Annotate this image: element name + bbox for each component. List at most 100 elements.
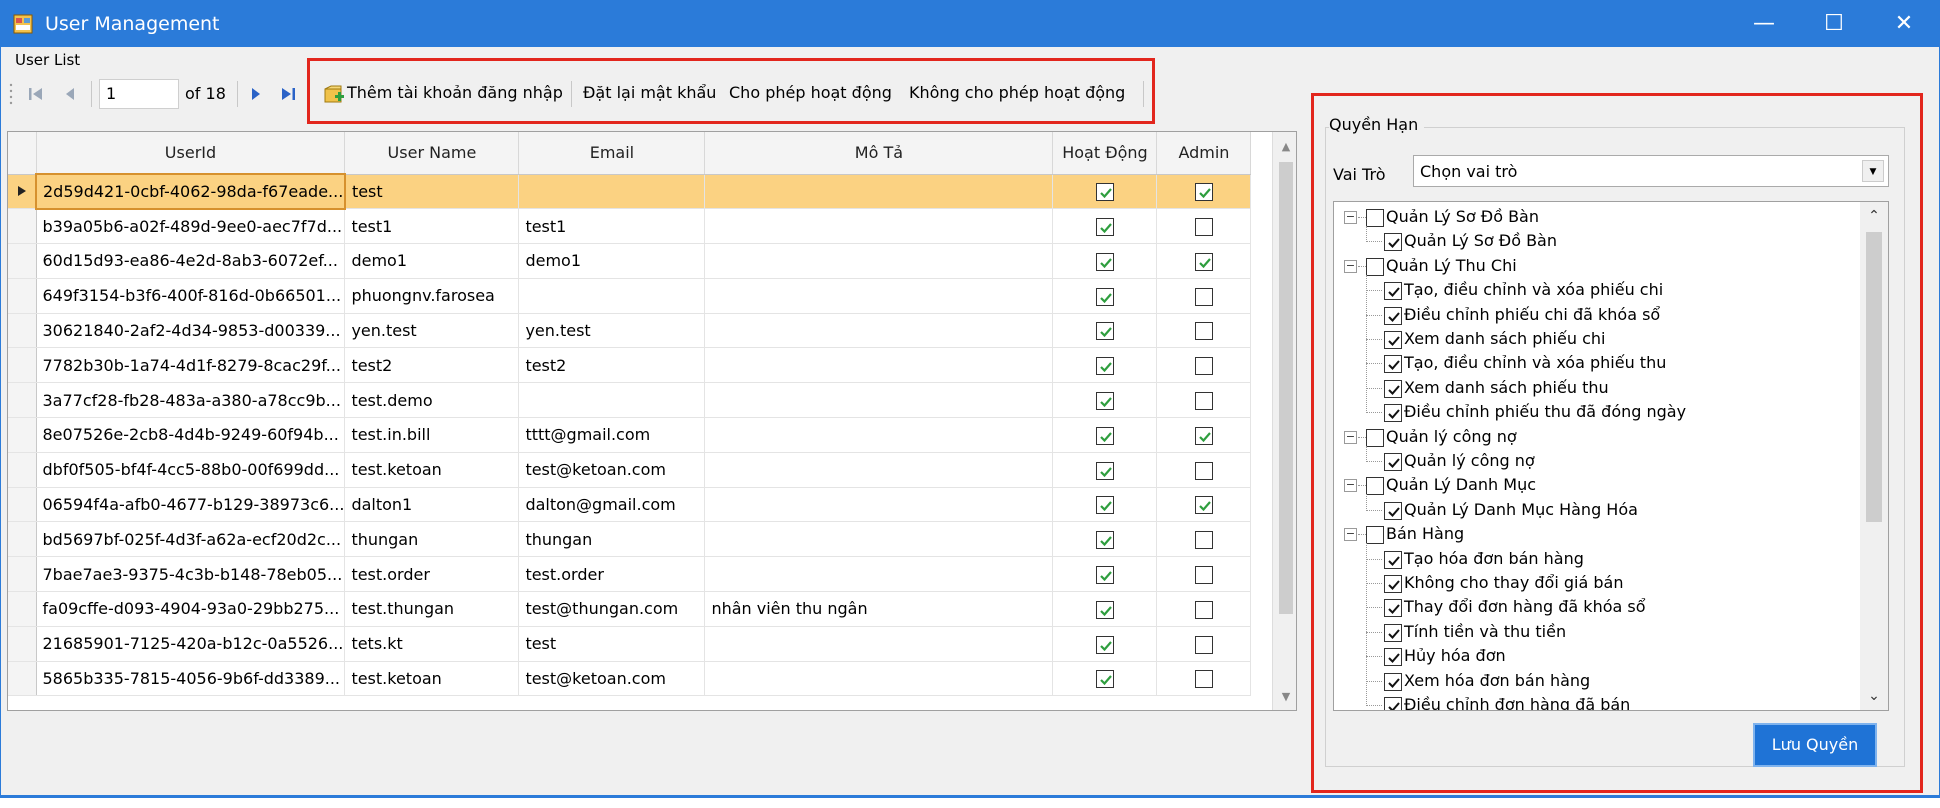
row-header[interactable] (8, 556, 37, 593)
cell-username[interactable]: test.demo (344, 382, 520, 419)
cell-email[interactable]: test2 (518, 347, 706, 384)
table-row[interactable]: fa09cffe-d093-4904-93a0-29bb275... test.t… (8, 591, 1252, 627)
cell-userid[interactable]: 2d59d421-0cbf-4062-98da-f67eade... (35, 173, 346, 210)
admin-checkbox[interactable] (1194, 565, 1213, 584)
active-checkbox[interactable] (1095, 391, 1114, 410)
table-row[interactable]: 7bae7ae3-9375-4c3b-b148-78eb05... test.or… (8, 556, 1252, 593)
cell-admin[interactable] (1156, 487, 1252, 523)
row-header[interactable] (8, 417, 37, 453)
cell-admin[interactable] (1156, 556, 1252, 593)
cell-admin[interactable] (1156, 661, 1252, 697)
cell-active[interactable] (1052, 347, 1158, 384)
tree-item-checkbox[interactable] (1384, 355, 1402, 374)
tree-scroll-thumb[interactable] (1866, 232, 1882, 522)
tree-item-checkbox[interactable] (1384, 575, 1402, 593)
row-header[interactable] (8, 382, 37, 419)
collapse-icon[interactable]: − (1344, 430, 1357, 444)
active-checkbox[interactable] (1095, 357, 1114, 376)
cell-admin[interactable] (1156, 208, 1252, 245)
cell-userid[interactable]: 60d15d93-ea86-4e2d-8ab3-6072ef... (36, 243, 346, 279)
row-header[interactable] (8, 452, 37, 488)
active-checkbox[interactable] (1095, 531, 1114, 550)
cell-username[interactable]: dalton1 (344, 487, 520, 523)
row-header[interactable] (8, 487, 37, 523)
cell-username[interactable]: test.ketoan (344, 661, 520, 697)
cell-description[interactable] (704, 521, 1054, 558)
row-header[interactable] (8, 591, 37, 627)
permissions-tree[interactable]: ⌃ ⌄ − Quản Lý Sơ Đồ Bàn Quản Lý Sơ Đồ Bàn −… (1333, 201, 1889, 711)
cell-email[interactable]: dalton@gmail.com (518, 487, 706, 523)
admin-checkbox[interactable] (1194, 357, 1213, 376)
cell-userid[interactable]: 649f3154-b3f6-400f-816d-0b66501... (36, 278, 346, 314)
scroll-up-icon[interactable]: ▲ (1273, 134, 1296, 160)
cell-userid[interactable]: b39a05b6-a02f-489d-9ee0-aec7f7d... (36, 208, 346, 245)
table-row[interactable]: dbf0f505-bf4f-4cc5-88b0-00f699dd... test.… (8, 452, 1252, 488)
tree-item-checkbox[interactable] (1384, 233, 1402, 252)
chevron-down-icon[interactable]: ▼ (1862, 160, 1884, 182)
tree-item-checkbox[interactable] (1384, 599, 1402, 618)
admin-checkbox[interactable] (1194, 252, 1213, 271)
cell-userid[interactable]: 7782b30b-1a74-4d1f-8279-8cac29f... (36, 347, 346, 384)
cell-description[interactable] (704, 452, 1054, 488)
tree-item-checkbox[interactable] (1384, 404, 1402, 423)
cell-username[interactable]: test.thungan (344, 591, 520, 627)
cell-username[interactable]: phuongnv.farosea (344, 278, 520, 314)
admin-checkbox[interactable] (1194, 287, 1213, 306)
cell-active[interactable] (1052, 313, 1158, 349)
admin-checkbox[interactable] (1194, 600, 1213, 619)
cell-email[interactable] (518, 174, 706, 210)
collapse-icon[interactable]: − (1344, 528, 1357, 542)
cell-description[interactable] (704, 347, 1054, 384)
maximize-button[interactable]: ☐ (1799, 1, 1869, 47)
row-header[interactable] (8, 278, 37, 314)
cell-active[interactable] (1052, 591, 1158, 627)
tree-item-checkbox[interactable] (1384, 697, 1402, 710)
cell-username[interactable]: test.order (344, 556, 520, 593)
tree-group-checkbox[interactable] (1366, 257, 1384, 276)
cell-active[interactable] (1052, 417, 1158, 453)
cell-userid[interactable]: fa09cffe-d093-4904-93a0-29bb275... (36, 591, 346, 627)
tree-group-checkbox[interactable] (1366, 428, 1384, 447)
table-row[interactable]: 649f3154-b3f6-400f-816d-0b66501... phuong… (8, 278, 1252, 314)
column-header-admin[interactable]: Admin (1156, 132, 1252, 175)
table-row[interactable]: 21685901-7125-420a-b12c-0a5526... tets.kt… (8, 626, 1252, 662)
cell-description[interactable] (704, 243, 1054, 279)
cell-admin[interactable] (1156, 313, 1252, 349)
cell-userid[interactable]: 06594f4a-afb0-4677-b129-38973c6... (36, 487, 346, 523)
active-checkbox[interactable] (1095, 600, 1114, 619)
cell-active[interactable] (1052, 452, 1158, 488)
admin-checkbox[interactable] (1194, 426, 1213, 445)
cell-admin[interactable] (1156, 174, 1252, 210)
active-checkbox[interactable] (1095, 635, 1114, 654)
tree-scroll-down-icon[interactable]: ⌄ (1860, 684, 1888, 708)
table-row[interactable]: 8e07526e-2cb8-4d4b-9249-60f94b... test.in… (8, 417, 1252, 453)
cell-active[interactable] (1052, 521, 1158, 558)
cell-admin[interactable] (1156, 382, 1252, 419)
tree-item-checkbox[interactable] (1384, 623, 1402, 642)
cell-admin[interactable] (1156, 452, 1252, 488)
position-input[interactable]: 1 (99, 79, 179, 109)
title-bar[interactable]: User Management — ☐ ✕ (1, 1, 1939, 47)
cell-admin[interactable] (1156, 417, 1252, 453)
active-checkbox[interactable] (1095, 183, 1114, 202)
cell-description[interactable] (704, 174, 1054, 210)
cell-userid[interactable]: 21685901-7125-420a-b12c-0a5526... (36, 626, 346, 662)
cell-userid[interactable]: bd5697bf-025f-4d3f-a62a-ecf20d2c... (36, 521, 346, 558)
cell-email[interactable] (518, 382, 706, 419)
close-button[interactable]: ✕ (1869, 1, 1939, 47)
tree-item-checkbox[interactable] (1384, 379, 1402, 398)
cell-admin[interactable] (1156, 626, 1252, 662)
user-grid[interactable]: UserId User Name Email Mô Tả Hoạt Động A… (7, 131, 1297, 711)
active-checkbox[interactable] (1095, 496, 1114, 515)
cell-username[interactable]: test (344, 174, 520, 210)
cell-description[interactable] (704, 208, 1054, 245)
cell-email[interactable]: tttt@gmail.com (518, 417, 706, 453)
cell-username[interactable]: test1 (344, 208, 520, 245)
cell-active[interactable] (1052, 382, 1158, 419)
row-header[interactable] (8, 174, 37, 210)
cell-userid[interactable]: 5865b335-7815-4056-9b6f-dd3389... (36, 661, 346, 697)
row-header[interactable] (8, 626, 37, 662)
tree-group-checkbox[interactable] (1366, 477, 1384, 496)
admin-checkbox[interactable] (1194, 322, 1213, 341)
cell-username[interactable]: tets.kt (344, 626, 520, 662)
